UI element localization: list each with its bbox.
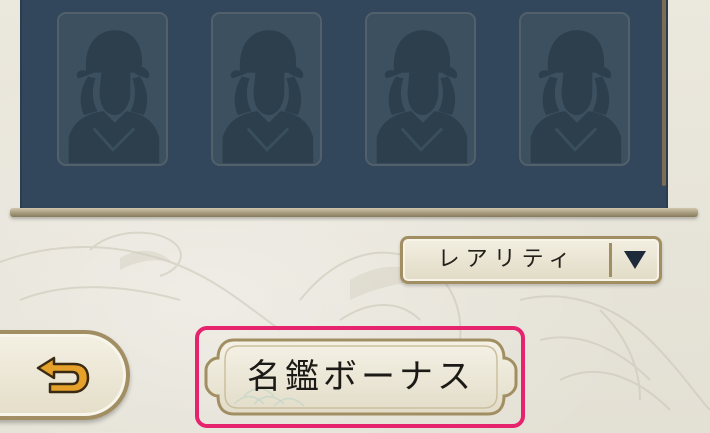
dropdown-toggle[interactable] (615, 242, 655, 278)
sort-dropdown-label: レアリティ (437, 247, 577, 272)
samurai-silhouette-icon (68, 30, 160, 164)
back-button[interactable] (0, 330, 130, 420)
samurai-silhouette-icon (222, 30, 314, 164)
triangle-down-icon (624, 251, 646, 269)
panel-rail (10, 208, 698, 217)
panel-scrollbar[interactable] (662, 0, 666, 186)
return-arrow-icon (36, 356, 90, 394)
rarity-sort-dropdown[interactable]: レアリティ (400, 236, 662, 284)
samurai-silhouette-icon (530, 30, 622, 164)
locked-card-2[interactable] (211, 12, 322, 166)
bonus-button-label: 名鑑ボーナス (247, 357, 475, 397)
collection-bonus-button[interactable]: 名鑑ボーナス (204, 334, 518, 420)
dropdown-divider (609, 243, 612, 277)
game-screen: レアリティ 名鑑ボーナス (0, 0, 710, 433)
locked-card-4[interactable] (519, 12, 630, 166)
samurai-silhouette-icon (376, 30, 468, 164)
locked-card-3[interactable] (365, 12, 476, 166)
locked-card-1[interactable] (57, 12, 168, 166)
